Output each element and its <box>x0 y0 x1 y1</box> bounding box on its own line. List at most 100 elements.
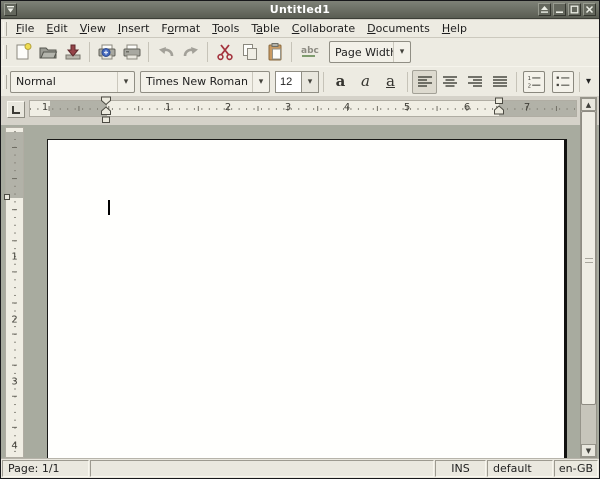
ruler-number: 1 <box>42 102 48 113</box>
print-preview-button[interactable] <box>94 40 119 64</box>
toolbar-separator <box>407 72 408 92</box>
ruler-number: 5 <box>404 102 410 113</box>
minimize-icon <box>555 5 564 14</box>
scrollbar-thumb[interactable] <box>581 111 596 405</box>
font-dropdown-arrow-icon[interactable]: ▾ <box>252 72 269 92</box>
menu-view[interactable]: View <box>74 20 112 37</box>
menu-collaborate[interactable]: Collaborate <box>286 20 361 37</box>
numbered-list-icon: 1 2 <box>523 71 545 93</box>
standard-toolbar-grip[interactable] <box>3 45 7 59</box>
menu-edit[interactable]: Edit <box>40 20 73 37</box>
top-margin-marker[interactable] <box>4 194 10 200</box>
align-center-icon <box>442 75 458 89</box>
ruler-number: 1 <box>6 252 23 263</box>
zoom-value: Page Width <box>330 46 393 59</box>
copy-button[interactable] <box>237 40 262 64</box>
insert-mode-indicator: INS <box>435 460 486 477</box>
undo-icon <box>156 42 176 62</box>
ruler-number: 6 <box>464 102 470 113</box>
svg-text:abc: abc <box>301 46 319 56</box>
redo-icon <box>181 42 201 62</box>
spellcheck-button[interactable]: abc <box>296 40 321 64</box>
minimize-button[interactable] <box>553 3 566 16</box>
align-center-button[interactable] <box>437 70 462 94</box>
open-button[interactable] <box>35 40 60 64</box>
toolbar-separator <box>323 72 324 92</box>
menu-file[interactable]: File <box>10 20 40 37</box>
formatting-toolbar-grip[interactable] <box>3 75 7 89</box>
formatting-toolbar: Normal ▾ Times New Roman ▾ ▾ a a a <box>1 66 599 96</box>
toolbar-separator <box>148 42 149 62</box>
svg-text:1: 1 <box>527 76 530 82</box>
menu-documents[interactable]: Documents <box>361 20 436 37</box>
zoom-dropdown-arrow-icon[interactable]: ▾ <box>393 42 410 62</box>
italic-button[interactable]: a <box>353 70 378 94</box>
underline-button[interactable]: a <box>378 70 403 94</box>
new-button[interactable] <box>10 40 35 64</box>
bulleted-list-button[interactable] <box>550 70 575 94</box>
menu-help[interactable]: Help <box>436 20 473 37</box>
menu-format[interactable]: Format <box>155 20 206 37</box>
vertical-scrollbar[interactable]: ▲ ▼ <box>580 97 597 458</box>
copy-icon <box>240 42 260 62</box>
print-preview-icon <box>96 42 118 62</box>
ruler-number: 7 <box>524 102 530 113</box>
new-document-icon <box>13 42 33 62</box>
shade-button[interactable] <box>538 3 551 16</box>
redo-button[interactable] <box>178 40 203 64</box>
window-menu-button[interactable] <box>4 3 17 16</box>
tab-selector-button[interactable] <box>7 101 25 118</box>
status-message-area <box>90 460 434 477</box>
ruler-number: 4 <box>344 102 350 113</box>
right-indent-marker[interactable] <box>493 97 505 117</box>
scrollbar-thumb-grip-icon <box>585 258 593 263</box>
titlebar[interactable]: Untitled1 <box>1 1 599 19</box>
save-icon <box>63 42 83 62</box>
ruler-number: 3 <box>285 102 291 113</box>
align-left-icon <box>417 75 433 89</box>
scroll-up-button[interactable]: ▲ <box>581 98 596 111</box>
bulleted-list-icon <box>552 71 574 93</box>
toolbar-separator <box>207 42 208 62</box>
print-button[interactable] <box>119 40 144 64</box>
align-justify-button[interactable] <box>487 70 512 94</box>
toolbar-separator <box>89 42 90 62</box>
style-combobox[interactable]: Normal ▾ <box>10 71 135 93</box>
align-right-button[interactable] <box>462 70 487 94</box>
vertical-ruler: 1 2 3 4 <box>5 127 24 458</box>
close-button[interactable] <box>583 3 596 16</box>
document-page[interactable] <box>47 139 567 458</box>
print-icon <box>121 42 143 62</box>
toolbar-separator <box>579 72 580 92</box>
open-folder-icon <box>38 42 58 62</box>
cut-scissors-icon <box>215 42 235 62</box>
font-combobox[interactable]: Times New Roman ▾ <box>140 71 270 93</box>
undo-button[interactable] <box>153 40 178 64</box>
close-icon <box>585 5 594 14</box>
menubar-grip[interactable] <box>3 22 7 36</box>
window-title: Untitled1 <box>1 3 599 16</box>
menu-insert[interactable]: Insert <box>112 20 156 37</box>
vertical-ruler-ticks <box>6 128 23 457</box>
menu-table[interactable]: Table <box>245 20 285 37</box>
document-area: 1 2 3 4 <box>1 125 599 458</box>
status-bar: Page: 1/1 INS default en-GB <box>1 458 599 478</box>
bold-button[interactable]: a <box>328 70 353 94</box>
maximize-button[interactable] <box>568 3 581 16</box>
menu-tools[interactable]: Tools <box>206 20 245 37</box>
scroll-down-button[interactable]: ▼ <box>581 444 596 457</box>
left-indent-marker[interactable] <box>100 96 112 125</box>
toolbar-separator <box>291 42 292 62</box>
standard-toolbar: abc Page Width ▾ <box>1 38 599 66</box>
save-button[interactable] <box>60 40 85 64</box>
font-size-input[interactable] <box>275 71 302 93</box>
cut-button[interactable] <box>212 40 237 64</box>
style-dropdown-arrow-icon[interactable]: ▾ <box>117 72 134 92</box>
align-left-button[interactable] <box>412 70 437 94</box>
font-size-dropdown-arrow-icon[interactable]: ▾ <box>302 71 319 93</box>
spellcheck-icon: abc <box>299 42 319 62</box>
numbered-list-button[interactable]: 1 2 <box>521 70 546 94</box>
zoom-combobox[interactable]: Page Width ▾ <box>329 41 411 63</box>
toolbar-overflow-button[interactable]: ▾ <box>586 76 591 87</box>
paste-button[interactable] <box>262 40 287 64</box>
